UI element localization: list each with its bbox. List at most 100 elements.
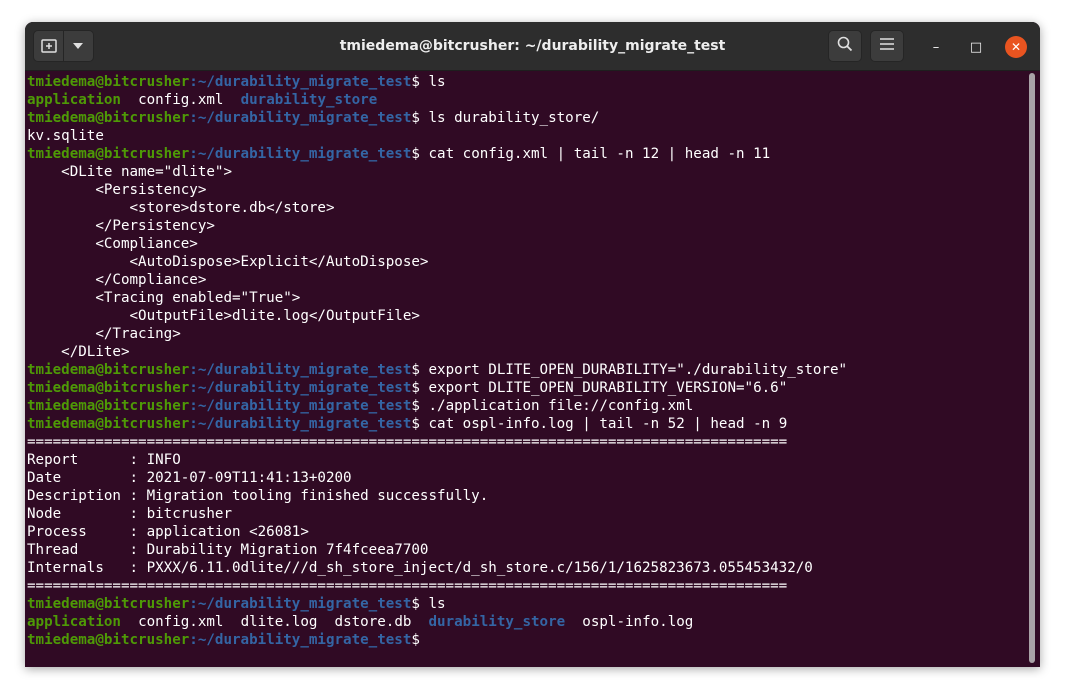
command-text: ls (428, 596, 446, 612)
terminal-line: Report : INFO (27, 451, 1030, 469)
output-text: <DLite name="dlite"> (27, 164, 232, 180)
terminal-line: <AutoDispose>Explicit</AutoDispose> (27, 253, 1030, 271)
terminal-line: kv.sqlite (27, 127, 1030, 145)
terminal-line: Thread : Durability Migration 7f4fceea77… (27, 541, 1030, 559)
maximize-button[interactable]: □ (965, 36, 987, 58)
output-text: Process : application <26081> (27, 524, 309, 540)
terminal-line: Process : application <26081> (27, 523, 1030, 541)
command-text: ./application file://config.xml (428, 398, 694, 414)
prompt-user-host: tmiedema@bitcrusher (27, 398, 190, 414)
output-text: <Tracing enabled="True"> (27, 290, 301, 306)
command-text: cat config.xml | tail -n 12 | head -n 11 (428, 146, 771, 162)
terminal-line: ========================================… (27, 577, 1030, 595)
output-text: Description : Migration tooling finished… (27, 488, 489, 504)
terminal-line: tmiedema@bitcrusher:~/durability_migrate… (27, 109, 1030, 127)
search-button[interactable] (828, 30, 862, 62)
prompt-symbol: $ (411, 380, 429, 396)
prompt-user-host: tmiedema@bitcrusher (27, 416, 190, 432)
output-text: </Compliance> (27, 272, 207, 288)
terminal-line: </DLite> (27, 343, 1030, 361)
prompt-user-host: tmiedema@bitcrusher (27, 146, 190, 162)
ls-entry: application (27, 92, 121, 108)
ls-entry: config.xml (138, 92, 224, 108)
prompt-path: :~/durability_migrate_test (189, 596, 412, 612)
minimize-button[interactable]: – (925, 36, 947, 58)
prompt-user-host: tmiedema@bitcrusher (27, 380, 190, 396)
output-text: Date : 2021-07-09T11:41:13+0200 (27, 470, 352, 486)
command-text: ls durability_store/ (428, 110, 600, 126)
output-text: <Persistency> (27, 182, 207, 198)
terminal-window: tmiedema@bitcrusher: ~/durability_migrat… (25, 22, 1040, 667)
terminal-line: <store>dstore.db</store> (27, 199, 1030, 217)
search-icon (837, 36, 853, 56)
terminal-line: tmiedema@bitcrusher:~/durability_migrate… (27, 379, 1030, 397)
ls-entry: ospl-info.log (582, 614, 694, 630)
new-tab-icon[interactable] (34, 31, 63, 61)
prompt-user-host: tmiedema@bitcrusher (27, 74, 190, 90)
terminal-line: tmiedema@bitcrusher:~/durability_migrate… (27, 361, 1030, 379)
output-text: <Compliance> (27, 236, 198, 252)
terminal-line: Date : 2021-07-09T11:41:13+0200 (27, 469, 1030, 487)
terminal-line: tmiedema@bitcrusher:~/durability_migrate… (27, 397, 1030, 415)
terminal-line: Node : bitcrusher (27, 505, 1030, 523)
output-text: Report : INFO (27, 452, 181, 468)
close-button[interactable]: ✕ (1005, 36, 1027, 58)
prompt-path: :~/durability_migrate_test (189, 74, 412, 90)
command-text: cat ospl-info.log | tail -n 52 | head -n… (428, 416, 788, 432)
ls-entry: config.xml (138, 614, 224, 630)
menu-button[interactable] (870, 30, 904, 62)
command-text: export DLITE_OPEN_DURABILITY_VERSION="6.… (428, 380, 788, 396)
prompt-symbol: $ (411, 362, 429, 378)
chevron-down-icon[interactable] (64, 31, 93, 61)
new-tab-split-button[interactable] (33, 30, 94, 62)
ls-entry: durability_store (240, 92, 378, 108)
prompt-user-host: tmiedema@bitcrusher (27, 362, 190, 378)
command-text: export DLITE_OPEN_DURABILITY="./durabili… (428, 362, 848, 378)
command-text: ls (428, 74, 446, 90)
prompt-user-host: tmiedema@bitcrusher (27, 596, 190, 612)
terminal-line: Description : Migration tooling finished… (27, 487, 1030, 505)
terminal-line: <Compliance> (27, 235, 1030, 253)
output-text: </Persistency> (27, 218, 215, 234)
terminal-line: <DLite name="dlite"> (27, 163, 1030, 181)
terminal-line: <Persistency> (27, 181, 1030, 199)
prompt-path: :~/durability_migrate_test (189, 398, 412, 414)
ls-entry: application (27, 614, 121, 630)
output-text: <AutoDispose>Explicit</AutoDispose> (27, 254, 429, 270)
output-text: <OutputFile>dlite.log</OutputFile> (27, 308, 420, 324)
prompt-path: :~/durability_migrate_test (189, 416, 412, 432)
output-text: kv.sqlite (27, 128, 104, 144)
ls-entry: dstore.db (334, 614, 412, 630)
output-text: <store>dstore.db</store> (27, 200, 335, 216)
scrollbar[interactable] (1029, 73, 1035, 663)
output-text: ========================================… (27, 434, 788, 450)
terminal-line: </Tracing> (27, 325, 1030, 343)
terminal-line: <OutputFile>dlite.log</OutputFile> (27, 307, 1030, 325)
terminal-line: application config.xml dlite.log dstore.… (27, 613, 1030, 631)
title-bar: tmiedema@bitcrusher: ~/durability_migrat… (25, 22, 1040, 71)
terminal-line: tmiedema@bitcrusher:~/durability_migrate… (27, 631, 1030, 649)
terminal-line: </Compliance> (27, 271, 1030, 289)
terminal-line: Internals : PXXX/6.11.0dlite///d_sh_stor… (27, 559, 1030, 577)
prompt-path: :~/durability_migrate_test (189, 632, 412, 648)
terminal-line: tmiedema@bitcrusher:~/durability_migrate… (27, 145, 1030, 163)
prompt-symbol: $ (411, 632, 429, 648)
prompt-symbol: $ (411, 398, 429, 414)
prompt-symbol: $ (411, 74, 429, 90)
prompt-symbol: $ (411, 596, 429, 612)
terminal-line: </Persistency> (27, 217, 1030, 235)
output-text: Node : bitcrusher (27, 506, 232, 522)
prompt-path: :~/durability_migrate_test (189, 110, 412, 126)
prompt-user-host: tmiedema@bitcrusher (27, 110, 190, 126)
hamburger-menu-icon (880, 38, 894, 54)
output-text: </DLite> (27, 344, 130, 360)
ls-entry: dlite.log (240, 614, 318, 630)
output-text: </Tracing> (27, 326, 181, 342)
terminal-line: tmiedema@bitcrusher:~/durability_migrate… (27, 415, 1030, 433)
terminal-line: tmiedema@bitcrusher:~/durability_migrate… (27, 595, 1030, 613)
terminal-line: ========================================… (27, 433, 1030, 451)
terminal-output[interactable]: tmiedema@bitcrusher:~/durability_migrate… (25, 71, 1030, 667)
prompt-symbol: $ (411, 416, 429, 432)
prompt-path: :~/durability_migrate_test (189, 380, 412, 396)
prompt-path: :~/durability_migrate_test (189, 146, 412, 162)
